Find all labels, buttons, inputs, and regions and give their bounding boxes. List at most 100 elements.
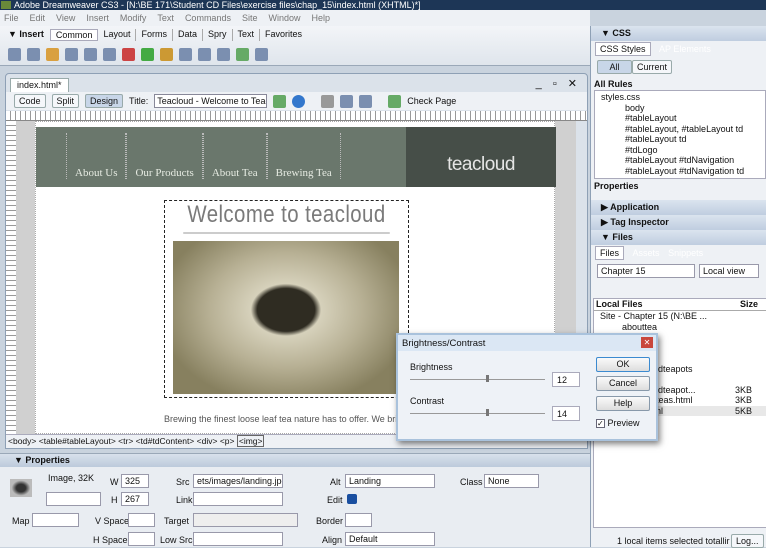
check-page-button[interactable]: Check Page [407, 96, 456, 106]
help-button[interactable]: Help [596, 396, 650, 411]
link-input[interactable] [193, 492, 283, 506]
nav-about-us[interactable]: About Us [66, 133, 127, 179]
visual-aids-icon[interactable] [359, 94, 373, 108]
menu-site[interactable]: Site [242, 13, 258, 23]
split-view-button[interactable]: Split [51, 94, 80, 108]
page-title-input[interactable]: Teacloud - Welcome to Teaclou [154, 94, 268, 108]
width-input[interactable]: 325 [121, 474, 149, 488]
all-button[interactable]: All [597, 60, 632, 74]
target-select[interactable] [193, 513, 298, 527]
view-select[interactable]: Local view [699, 264, 759, 278]
border-input[interactable] [345, 513, 372, 527]
height-input[interactable]: 267 [121, 492, 149, 506]
properties-header[interactable]: ▼ Properties [0, 454, 590, 467]
menu-insert[interactable]: Insert [86, 13, 109, 23]
contrast-slider-thumb[interactable] [485, 409, 489, 416]
cancel-button[interactable]: Cancel [596, 376, 650, 391]
rule-item[interactable]: #tableLayout, #tableLayout td [601, 124, 759, 135]
tag-td[interactable]: <td#tdContent> [136, 436, 195, 446]
tab-favorites[interactable]: Favorites [260, 29, 307, 41]
tag-table[interactable]: <table#tableLayout> [39, 436, 116, 446]
class-select[interactable]: None [484, 474, 539, 488]
current-button[interactable]: Current [632, 60, 673, 74]
menu-commands[interactable]: Commands [185, 13, 231, 23]
view-options-icon[interactable] [340, 94, 354, 108]
date-icon[interactable] [141, 48, 154, 61]
rule-item[interactable]: #tableLayout td [601, 134, 759, 145]
design-view-button[interactable]: Design [85, 94, 124, 108]
tab-data[interactable]: Data [173, 29, 203, 41]
rule-item[interactable]: #tableLayout #tdNavigation td [601, 166, 759, 178]
rule-item[interactable]: #tableLayout [601, 113, 759, 124]
size-column[interactable]: Size [740, 299, 764, 310]
window-controls[interactable]: _ ▫ ✕ [536, 77, 581, 90]
server-include-icon[interactable] [160, 48, 173, 61]
nav-brewing-tea[interactable]: Brewing Tea [266, 133, 341, 179]
align-select[interactable]: Default [345, 532, 435, 546]
nav-about-tea[interactable]: About Tea [202, 133, 267, 179]
brightness-slider[interactable] [410, 375, 545, 382]
templates-icon[interactable] [236, 48, 249, 61]
comment-icon[interactable] [179, 48, 192, 61]
nav-our-products[interactable]: Our Products [126, 133, 203, 179]
css-panel-header[interactable]: ▼ CSS [591, 26, 766, 41]
tag-body[interactable]: <body> [8, 436, 36, 446]
local-files-column[interactable]: Local Files [596, 299, 740, 310]
insert-toggle[interactable]: ▼ Insert [8, 29, 44, 41]
hyperlink-icon[interactable] [8, 48, 21, 61]
tab-snippets[interactable]: Snippets [662, 248, 703, 258]
table-icon[interactable] [65, 48, 78, 61]
tag-img[interactable]: <img> [236, 435, 265, 447]
div-icon[interactable] [84, 48, 97, 61]
rule-item[interactable]: body [601, 103, 759, 114]
lowsrc-input[interactable] [193, 532, 283, 546]
email-link-icon[interactable] [27, 48, 40, 61]
rule-item[interactable]: styles.css [601, 92, 759, 103]
landing-image[interactable] [173, 241, 399, 394]
rule-item[interactable]: #tableLayout #tdNavigation [601, 155, 759, 166]
brightness-input[interactable]: 12 [552, 372, 580, 387]
tab-common[interactable]: Common [49, 29, 99, 41]
brightness-slider-thumb[interactable] [485, 375, 489, 382]
tab-text[interactable]: Text [233, 29, 261, 41]
tab-assets[interactable]: Assets [627, 248, 660, 258]
photoshop-icon[interactable] [347, 494, 357, 504]
tag-inspector-header[interactable]: ▶ Tag Inspector [591, 215, 766, 230]
tag-p[interactable]: <p> [220, 436, 235, 446]
file-management-icon[interactable] [273, 94, 287, 108]
contrast-input[interactable]: 14 [552, 406, 580, 421]
menu-edit[interactable]: Edit [30, 13, 46, 23]
named-anchor-icon[interactable] [46, 48, 59, 61]
hspace-input[interactable] [128, 532, 155, 546]
files-panel-header[interactable]: ▼ Files [591, 230, 766, 245]
preview-browser-icon[interactable] [292, 94, 306, 108]
tag-tr[interactable]: <tr> [118, 436, 133, 446]
site-select[interactable]: Chapter 15 [597, 264, 695, 278]
vspace-input[interactable] [128, 513, 155, 527]
preview-checkbox[interactable]: ✓ Preview [596, 418, 640, 428]
log-button[interactable]: Log... [731, 534, 764, 548]
media-icon[interactable] [122, 48, 135, 61]
file-item[interactable]: Site - Chapter 15 (N:\BE ... [594, 311, 766, 322]
map-input[interactable] [32, 513, 79, 527]
src-input[interactable]: ets/images/landing.jpg [193, 474, 283, 488]
menu-view[interactable]: View [56, 13, 75, 23]
rule-item[interactable]: #tdLogo [601, 145, 759, 156]
tab-ap-elements[interactable]: AP Elements [653, 44, 711, 54]
validate-icon[interactable] [388, 94, 402, 108]
menu-help[interactable]: Help [311, 13, 330, 23]
image-icon[interactable] [103, 48, 116, 61]
menu-window[interactable]: Window [268, 13, 300, 23]
ok-button[interactable]: OK [596, 357, 650, 372]
menu-modify[interactable]: Modify [120, 13, 147, 23]
image-name-input[interactable] [46, 492, 101, 506]
code-view-button[interactable]: Code [14, 94, 46, 108]
alt-select[interactable]: Landing [345, 474, 435, 488]
checkbox-icon[interactable]: ✓ [596, 419, 605, 428]
application-panel-header[interactable]: ▶ Application [591, 200, 766, 215]
tag-div[interactable]: <div> [197, 436, 218, 446]
tab-forms[interactable]: Forms [136, 29, 173, 41]
tab-layout[interactable]: Layout [98, 29, 137, 41]
refresh-icon[interactable] [321, 94, 335, 108]
menu-file[interactable]: File [4, 13, 19, 23]
